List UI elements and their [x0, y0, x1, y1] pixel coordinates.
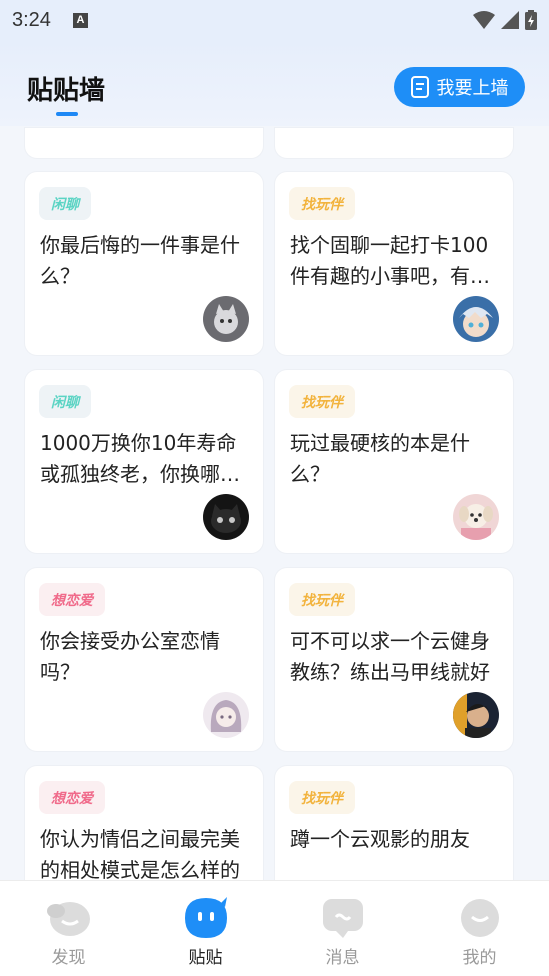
tab-messages[interactable]: 消息	[274, 881, 411, 976]
notification-a-icon: A	[72, 12, 88, 28]
note-icon	[410, 76, 429, 98]
tab-label: 贴贴	[188, 948, 223, 968]
discover-icon	[44, 897, 94, 939]
avatar[interactable]	[203, 692, 249, 738]
post-card[interactable]: 找玩伴 可不可以求一个云健身教练？练出马甲线就好	[275, 568, 513, 751]
wall-feed[interactable]: 闲聊 你最后悔的一件事是什么？ 找玩伴 找个固聊一起打卡100件有趣的小事吧，有…	[0, 126, 549, 880]
post-to-wall-button[interactable]: 我要上墙	[394, 67, 525, 107]
status-bar: 3:24 A	[0, 0, 549, 40]
post-text: 你认为情侣之间最完美的相处模式是怎么样的	[40, 827, 240, 880]
post-tag: 找玩伴	[289, 583, 355, 616]
post-text: 玩过最硬核的本是什么？	[290, 431, 470, 486]
tietie-icon	[181, 897, 231, 939]
tab-profile[interactable]: 我的	[411, 881, 548, 976]
post-card[interactable]: 闲聊 你最后悔的一件事是什么？	[25, 172, 263, 355]
post-tag: 找玩伴	[289, 187, 355, 220]
tab-tietie[interactable]: 贴贴	[137, 881, 274, 976]
post-tag: 想恋爱	[39, 781, 105, 814]
avatar[interactable]	[453, 296, 499, 342]
avatar[interactable]	[203, 296, 249, 342]
status-time: 3:24	[12, 8, 51, 31]
post-tag: 找玩伴	[289, 781, 355, 814]
message-icon	[318, 897, 368, 939]
post-button-label: 我要上墙	[436, 78, 509, 99]
post-tag: 找玩伴	[289, 385, 355, 418]
post-tag: 闲聊	[39, 385, 91, 418]
partial-card[interactable]	[275, 128, 513, 158]
wifi-icon	[473, 11, 495, 29]
signal-icon	[501, 11, 519, 29]
post-text: 找个固聊一起打卡100件有趣的小事吧，有趣的小事吧	[290, 233, 490, 288]
status-icons	[473, 10, 537, 30]
avatar[interactable]	[203, 494, 249, 540]
tab-label: 我的	[462, 948, 497, 968]
battery-icon	[525, 10, 537, 30]
header: 贴贴墙 我要上墙	[0, 40, 549, 126]
post-text: 可不可以求一个云健身教练？练出马甲线就好	[290, 629, 490, 684]
post-text: 1000万换你10年寿命或孤独终老，你换哪一个	[40, 431, 240, 486]
post-tag: 闲聊	[39, 187, 91, 220]
post-tag: 想恋爱	[39, 583, 105, 616]
post-card[interactable]: 找玩伴 蹲一个云观影的朋友	[275, 766, 513, 880]
profile-icon	[455, 897, 505, 939]
title-underline	[56, 112, 78, 116]
tab-label: 发现	[51, 948, 86, 968]
post-text: 蹲一个云观影的朋友	[290, 827, 470, 851]
tab-label: 消息	[325, 948, 360, 968]
post-card[interactable]: 想恋爱 你认为情侣之间最完美的相处模式是怎么样的	[25, 766, 263, 880]
post-card[interactable]: 闲聊 1000万换你10年寿命或孤独终老，你换哪一个	[25, 370, 263, 553]
partial-card[interactable]	[25, 128, 263, 158]
avatar[interactable]	[453, 494, 499, 540]
post-text: 你最后悔的一件事是什么？	[40, 233, 240, 288]
post-card[interactable]: 找玩伴 玩过最硬核的本是什么？	[275, 370, 513, 553]
tab-discover[interactable]: 发现	[0, 881, 137, 976]
page-title: 贴贴墙	[27, 76, 106, 106]
post-card[interactable]: 找玩伴 找个固聊一起打卡100件有趣的小事吧，有趣的小事吧	[275, 172, 513, 355]
avatar[interactable]	[453, 692, 499, 738]
bottom-tab-bar: 发现 贴贴 消息 我的	[0, 880, 549, 976]
post-text: 你会接受办公室恋情吗？	[40, 629, 220, 684]
post-card[interactable]: 想恋爱 你会接受办公室恋情吗？	[25, 568, 263, 751]
